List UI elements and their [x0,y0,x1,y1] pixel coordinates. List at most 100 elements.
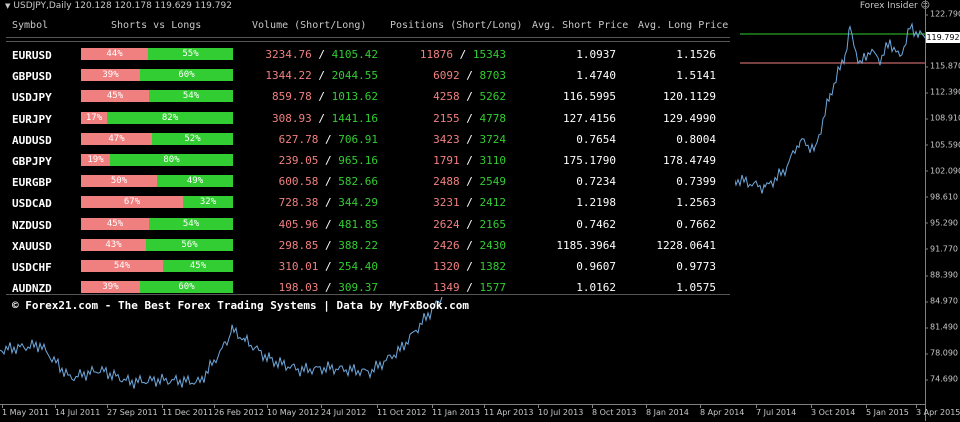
volume-long: 388.22 [338,238,378,252]
separator: / [318,217,339,231]
positions-short: 3231 [433,196,460,210]
table-row: EURGBP 50% 49% 600.58 / 582.66 2488 / 2549 0.… [0,171,735,193]
volume-cell: 859.78 / 1013.62 [240,90,378,103]
footer-credits: © Forex21.com - The Best Forex Trading S… [12,299,469,312]
separator: / [311,90,332,104]
chart-info-text: USDJPY,Daily 120.128 120.178 119.629 119… [13,1,232,11]
volume-long: 254.40 [338,260,378,273]
table-row: EURUSD 44% 55% 3234.76 / 4105.42 11876 / 153… [0,44,735,66]
time-tick: 11 Jan 2013 [432,405,480,417]
table-row: XAUUSD 43% 56% 298.85 / 388.22 2426 / 2430 11… [0,235,735,257]
header-symbol: Symbol [12,20,49,31]
price-tick: 105.590 [924,140,960,149]
volume-short: 308.93 [272,111,312,125]
separator: / [459,154,480,167]
short-share: 39% [81,69,140,82]
avg-long-cell: 120.1129 [663,90,716,104]
symbol-cell: AUDUSD [12,133,52,147]
price-axis: 122.790119.290115.870112.390108.910105.5… [924,0,960,421]
footer-divider [6,294,730,295]
volume-cell: 239.05 / 965.16 [240,154,378,167]
sentiment-table: Symbol Shorts vs Longs Volume (Short/Lon… [0,14,735,312]
avg-short-cell: 0.7234 [576,175,616,189]
avg-short-cell: 175.1790 [563,154,616,167]
header-positions: Positions (Short/Long) [390,20,523,31]
ratio-bar: 45% 54% [81,90,233,103]
volume-long: 309.37 [338,281,378,295]
positions-long: 2430 [479,238,507,252]
volume-long: 2044.55 [331,69,378,83]
separator: / [459,238,480,252]
short-share: 19% [81,154,110,166]
time-tick: 5 Jan 2015 [866,405,909,417]
volume-cell: 728.38 / 344.29 [240,196,378,209]
price-tick: 74.690 [925,374,958,384]
brand-label: Forex Insider ☺ [859,1,930,11]
separator: / [459,111,480,125]
long-share: 49% [157,175,233,188]
avg-long-cell: 1.5141 [676,69,716,83]
time-tick: 8 Jan 2014 [646,405,689,417]
avg-long-cell: 0.7399 [676,175,716,189]
positions-cell: 2155 / 4778 [388,112,506,125]
avg-long-cell: 0.7662 [676,217,716,231]
dropdown-triangle-icon[interactable]: ▼ [5,2,10,10]
positions-short: 3423 [433,132,460,146]
symbol-cell: USDJPY [12,91,52,105]
separator: / [459,281,480,295]
price-tick: 81.490 [925,322,958,332]
price-tick: 91.770 [925,244,958,254]
positions-long: 1577 [479,281,507,295]
short-share: 45% [81,90,149,103]
volume-long: 4105.42 [331,48,378,61]
long-share: 80% [110,154,233,166]
time-tick: 26 Feb 2012 [214,405,264,417]
short-share: 47% [81,132,152,145]
time-axis: 1 May 2011 14 Jul 2011 27 Sep 2011 11 Dec 2… [0,404,960,422]
time-tick: 11 Apr 2013 [484,405,534,417]
positions-long: 2165 [479,217,507,231]
avg-short-cell: 116.5995 [563,90,616,104]
positions-long: 15343 [472,48,506,61]
long-share: 56% [146,238,233,251]
separator: / [318,132,339,146]
table-row: USDCHF 54% 45% 310.01 / 254.40 1320 / 1382 0.… [0,256,735,278]
separator: / [459,196,480,210]
positions-cell: 2426 / 2430 [388,239,506,252]
long-share: 55% [148,48,233,60]
volume-long: 1441.16 [331,111,378,125]
long-share: 60% [140,69,233,82]
volume-cell: 627.78 / 706.91 [240,133,378,146]
volume-short: 239.05 [278,154,319,167]
price-tick: 122.790 [924,10,960,19]
time-tick: 3 Oct 2014 [811,405,856,417]
symbol-cell: EURGBP [12,176,52,190]
separator: / [453,48,473,61]
separator: / [459,260,480,273]
positions-cell: 3423 / 3724 [388,133,506,146]
separator: / [318,260,339,273]
time-tick: 24 Jul 2012 [321,405,367,417]
volume-cell: 310.01 / 254.40 [240,260,378,273]
volume-short: 298.85 [278,238,319,252]
time-tick: 11 Oct 2012 [377,405,427,417]
ratio-bar: 19% 80% [81,154,233,166]
positions-cell: 11876 / 15343 [388,48,506,61]
volume-cell: 198.03 / 309.37 [240,281,378,294]
separator: / [459,69,480,83]
separator: / [311,48,332,61]
avg-short-cell: 1.4740 [576,69,616,83]
time-tick: 8 Oct 2013 [592,405,637,417]
separator: / [459,90,480,104]
price-tick: 102.090 [924,166,960,175]
positions-short: 6092 [433,69,460,83]
header-avg-long: Avg. Long Price [638,20,729,31]
separator: / [318,154,339,167]
short-share: 43% [81,238,146,251]
ratio-bar: 67% 32% [81,196,233,209]
short-share: 54% [81,260,163,272]
volume-short: 728.38 [278,196,319,210]
short-share: 44% [81,48,148,60]
long-share: 52% [152,132,233,145]
long-share: 60% [140,281,233,294]
